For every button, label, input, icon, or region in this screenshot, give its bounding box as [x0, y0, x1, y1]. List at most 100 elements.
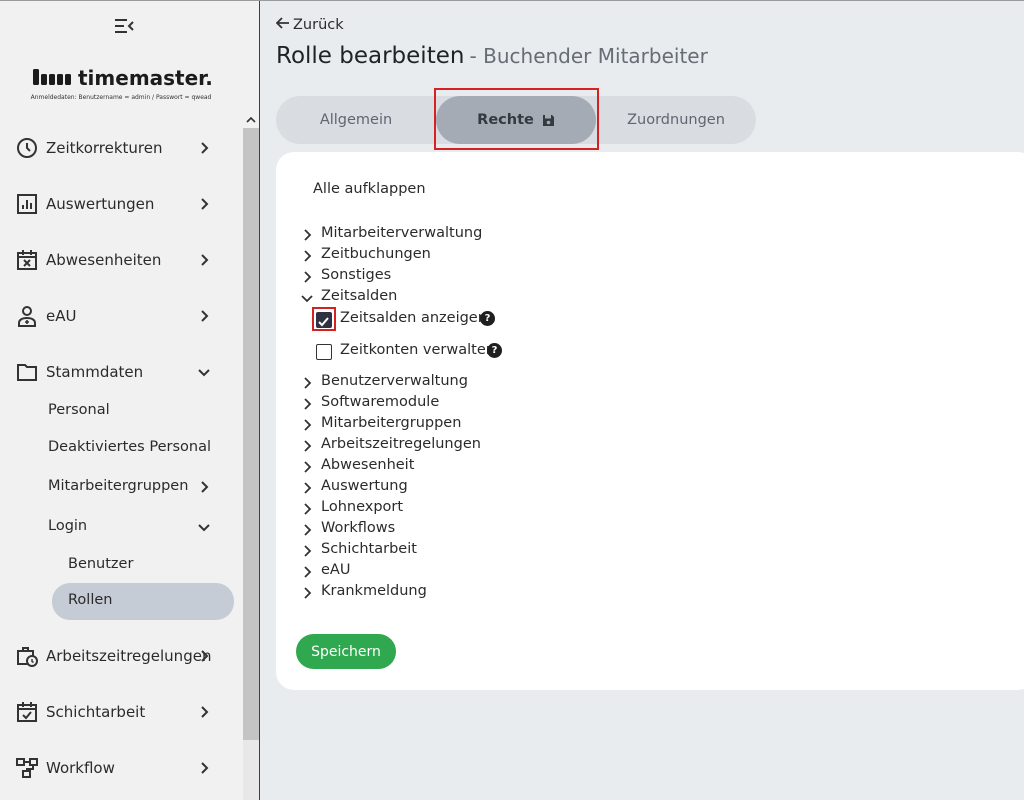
folder-icon	[16, 361, 38, 383]
chevron-right-icon	[196, 140, 212, 156]
tree-group-label: Mitarbeitergruppen	[321, 415, 462, 431]
login-hint: Anmeldedaten: Benutzername = admin / Pas…	[30, 94, 212, 101]
calendar-x-icon	[16, 249, 38, 271]
sidebar-item-label: Benutzer	[68, 556, 134, 572]
chevron-right-icon	[300, 585, 314, 599]
save-button[interactable]: Speichern	[296, 634, 396, 669]
tab-highlight-outline	[434, 88, 599, 150]
tree-group-label: Softwaremodule	[321, 394, 440, 410]
chevron-down-icon	[196, 519, 212, 535]
tab-zuordnungen[interactable]: Zuordnungen	[596, 96, 756, 144]
tree-group-label: Arbeitszeitregelungen	[321, 436, 481, 452]
tree-group-label: Schichtarbeit	[321, 541, 417, 557]
chevron-right-icon	[300, 417, 314, 431]
chevron-right-icon	[196, 704, 212, 720]
sidebar-item-schichtarbeit[interactable]: Schichtarbeit	[0, 692, 242, 732]
person-medical-icon	[16, 305, 38, 327]
tree-group-label: Zeitbuchungen	[321, 246, 431, 262]
help-icon[interactable]: ?	[480, 311, 495, 326]
tree-group-label: eAU	[321, 562, 351, 578]
sidebar-item-label: Schichtarbeit	[46, 703, 146, 721]
sidebar: timemaster. Anmeldedaten: Benutzername =…	[0, 0, 260, 800]
sidebar-item-label: eAU	[46, 307, 77, 325]
sidebar-item-mitarbeitergruppen[interactable]: Mitarbeitergruppen	[0, 469, 242, 505]
help-icon[interactable]: ?	[487, 343, 502, 358]
chevron-right-icon	[196, 760, 212, 776]
sidebar-item-label: Mitarbeitergruppen	[48, 478, 189, 494]
tab-label: Allgemein	[319, 112, 393, 128]
chevron-down-icon	[196, 364, 212, 380]
chevron-right-icon	[300, 480, 314, 494]
chevron-down-icon	[300, 290, 314, 304]
tree-group-label: Abwesenheit	[321, 457, 415, 473]
sidebar-item-label: Rollen	[68, 592, 113, 608]
sidebar-item-rollen[interactable]: Rollen	[52, 583, 234, 620]
chevron-right-icon	[196, 308, 212, 324]
tree-group-label: Lohnexport	[321, 499, 404, 515]
chevron-right-icon	[300, 375, 314, 389]
briefcase-clock-icon	[16, 645, 38, 667]
scrollbar-thumb[interactable]	[243, 128, 259, 740]
tree-group-label: Benutzerverwaltung	[321, 373, 468, 389]
sidebar-item-benutzer[interactable]: Benutzer	[0, 547, 242, 583]
chevron-right-icon	[196, 648, 212, 664]
sidebar-item-zeitkorrekturen[interactable]: Zeitkorrekturen	[0, 128, 242, 168]
sidebar-item-arbeitszeitregelungen[interactable]: Arbeitszeitregelungen	[0, 636, 242, 676]
arrow-left-icon	[275, 16, 290, 34]
bar-chart-icon	[16, 193, 38, 215]
sidebar-item-label: Login	[48, 518, 88, 534]
expand-all-button[interactable]: Alle aufklappen	[313, 181, 426, 197]
page-title: Rolle bearbeiten - Buchender Mitarbeiter	[276, 43, 708, 69]
menu-collapse-icon[interactable]	[113, 16, 135, 36]
sidebar-item-label: Workflow	[46, 759, 115, 777]
sidebar-item-label: Personal	[48, 402, 110, 418]
calendar-check-icon	[16, 701, 38, 723]
sidebar-item-login[interactable]: Login	[0, 509, 242, 545]
tree-group-label: Sonstiges	[321, 267, 392, 283]
sidebar-item-label: Arbeitszeitregelungen	[46, 647, 212, 665]
chevron-right-icon	[300, 227, 314, 241]
chevron-right-icon	[300, 248, 314, 262]
sidebar-item-abwesenheiten[interactable]: Abwesenheiten	[0, 240, 242, 280]
sidebar-item-label: Stammdaten	[46, 363, 144, 381]
sidebar-item-stammdaten[interactable]: Stammdaten	[0, 352, 242, 392]
chevron-right-icon	[300, 501, 314, 515]
permission-label: Zeitsalden anzeigen	[340, 310, 487, 326]
sidebar-item-label: Deaktiviertes Personal	[48, 439, 211, 455]
page-subtitle: - Buchender Mitarbeiter	[469, 44, 708, 68]
chevron-right-icon	[196, 252, 212, 268]
sidebar-item-auswertungen[interactable]: Auswertungen	[0, 184, 242, 224]
chevron-right-icon	[300, 522, 314, 536]
chevron-right-icon	[300, 396, 314, 410]
sidebar-item-label: Auswertungen	[46, 195, 155, 213]
tab-label: Zuordnungen	[627, 112, 725, 128]
chevron-right-icon	[300, 564, 314, 578]
sidebar-item-label: Abwesenheiten	[46, 251, 162, 269]
sidebar-item-label: Zeitkorrekturen	[46, 139, 163, 157]
tree-group-label: Auswertung	[321, 478, 408, 494]
tree-group-label: Krankmeldung	[321, 583, 427, 599]
page-title-text: Rolle bearbeiten	[276, 43, 465, 69]
scroll-up-icon[interactable]	[243, 112, 259, 128]
sidebar-item-eau[interactable]: eAU	[0, 296, 242, 336]
chevron-right-icon	[300, 269, 314, 283]
checkbox-unchecked[interactable]	[316, 344, 332, 360]
back-link-label: Zurück	[293, 17, 344, 33]
sidebar-item-workflow[interactable]: Workflow	[0, 748, 242, 788]
logo: timemaster.	[30, 66, 220, 92]
sidebar-item-deaktiviertes-personal[interactable]: Deaktiviertes Personal	[0, 430, 242, 466]
permission-label: Zeitkonten verwalten	[340, 342, 495, 358]
chevron-right-icon	[196, 479, 212, 495]
tree-group-label: Workflows	[321, 520, 396, 536]
workflow-icon	[16, 757, 38, 779]
tree-group-label: Zeitsalden	[321, 288, 398, 304]
back-link[interactable]: Zurück	[275, 15, 344, 35]
chevron-right-icon	[300, 438, 314, 452]
chevron-right-icon	[196, 196, 212, 212]
chevron-right-icon	[300, 459, 314, 473]
svg-text:timemaster.: timemaster.	[78, 66, 213, 90]
tab-allgemein[interactable]: Allgemein	[276, 96, 436, 144]
tree-group-label: Mitarbeiterverwaltung	[321, 225, 483, 241]
sidebar-item-personal[interactable]: Personal	[0, 393, 242, 429]
checkbox-checked[interactable]	[316, 312, 332, 328]
